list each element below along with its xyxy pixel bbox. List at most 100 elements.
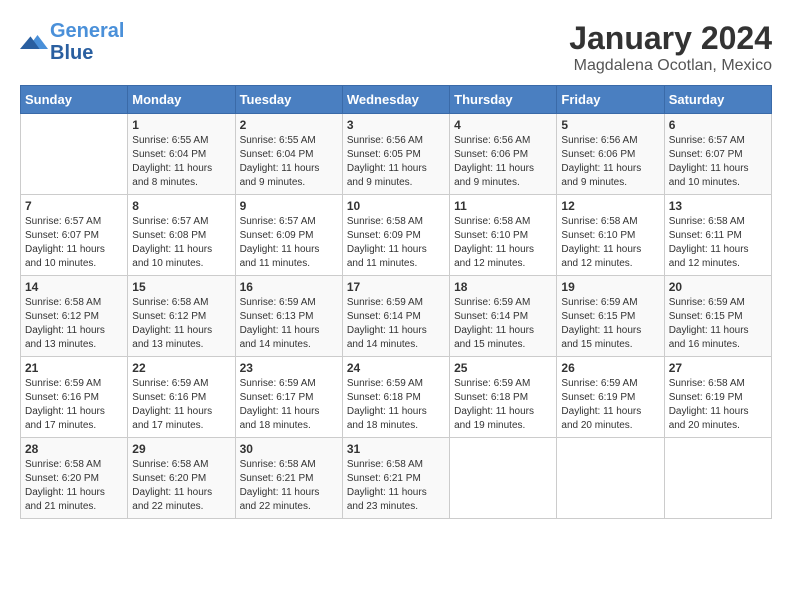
day-info: Sunrise: 6:57 AMSunset: 6:08 PMDaylight:… [132,215,230,271]
day-info: Sunrise: 6:59 AMSunset: 6:15 PMDaylight:… [561,296,659,352]
day-number: 30 [240,442,338,456]
week-row-3: 21 Sunrise: 6:59 AMSunset: 6:16 PMDayligh… [21,357,772,438]
cell-w3-d2: 23 Sunrise: 6:59 AMSunset: 6:17 PMDayligh… [235,357,342,438]
day-number: 1 [132,118,230,132]
day-info: Sunrise: 6:59 AMSunset: 6:16 PMDaylight:… [132,377,230,433]
day-number: 12 [561,199,659,213]
cell-w1-d6: 13Sunrise: 6:58 AMSunset: 6:11 PMDayligh… [664,195,771,276]
day-number: 19 [561,280,659,294]
day-info: Sunrise: 6:59 AMSunset: 6:18 PMDaylight:… [347,377,445,433]
header-sunday: Sunday [21,86,128,114]
calendar-body: 1 Sunrise: 6:55 AMSunset: 6:04 PMDaylight… [21,114,772,519]
day-info: Sunrise: 6:57 AMSunset: 6:09 PMDaylight:… [240,215,338,271]
cell-w2-d3: 17 Sunrise: 6:59 AMSunset: 6:14 PMDayligh… [342,276,449,357]
cell-w3-d1: 22Sunrise: 6:59 AMSunset: 6:16 PMDayligh… [128,357,235,438]
day-info: Sunrise: 6:55 AMSunset: 6:04 PMDaylight:… [132,134,230,190]
day-number: 24 [347,361,445,375]
week-row-0: 1 Sunrise: 6:55 AMSunset: 6:04 PMDaylight… [21,114,772,195]
cell-w4-d2: 30 Sunrise: 6:58 AMSunset: 6:21 PMDayligh… [235,438,342,519]
day-info: Sunrise: 6:58 AMSunset: 6:21 PMDaylight:… [240,458,338,514]
week-row-1: 7Sunrise: 6:57 AMSunset: 6:07 PMDaylight… [21,195,772,276]
day-number: 23 [240,361,338,375]
day-number: 31 [347,442,445,456]
cell-w0-d4: 4Sunrise: 6:56 AMSunset: 6:06 PMDaylight… [450,114,557,195]
day-number: 10 [347,199,445,213]
day-number: 5 [561,118,659,132]
cell-w1-d5: 12 Sunrise: 6:58 AMSunset: 6:10 PMDayligh… [557,195,664,276]
cell-w1-d4: 11 Sunrise: 6:58 AMSunset: 6:10 PMDayligh… [450,195,557,276]
day-number: 28 [25,442,123,456]
cell-w4-d1: 29Sunrise: 6:58 AMSunset: 6:20 PMDayligh… [128,438,235,519]
weekday-header-row: Sunday Monday Tuesday Wednesday Thursday… [21,86,772,114]
day-number: 3 [347,118,445,132]
day-number: 6 [669,118,767,132]
cell-w2-d4: 18Sunrise: 6:59 AMSunset: 6:14 PMDayligh… [450,276,557,357]
cell-w3-d3: 24 Sunrise: 6:59 AMSunset: 6:18 PMDayligh… [342,357,449,438]
logo: General Blue [20,20,124,64]
cell-w1-d2: 9 Sunrise: 6:57 AMSunset: 6:09 PMDaylight… [235,195,342,276]
week-row-4: 28 Sunrise: 6:58 AMSunset: 6:20 PMDayligh… [21,438,772,519]
day-info: Sunrise: 6:59 AMSunset: 6:19 PMDaylight:… [561,377,659,433]
day-number: 7 [25,199,123,213]
day-info: Sunrise: 6:58 AMSunset: 6:20 PMDaylight:… [25,458,123,514]
day-number: 25 [454,361,552,375]
cell-w2-d0: 14Sunrise: 6:58 AMSunset: 6:12 PMDayligh… [21,276,128,357]
header-friday: Friday [557,86,664,114]
cell-w4-d0: 28 Sunrise: 6:58 AMSunset: 6:20 PMDayligh… [21,438,128,519]
calendar-header: Sunday Monday Tuesday Wednesday Thursday… [21,86,772,114]
cell-w0-d5: 5 Sunrise: 6:56 AMSunset: 6:06 PMDaylight… [557,114,664,195]
day-number: 8 [132,199,230,213]
day-info: Sunrise: 6:58 AMSunset: 6:09 PMDaylight:… [347,215,445,271]
day-info: Sunrise: 6:55 AMSunset: 6:04 PMDaylight:… [240,134,338,190]
day-number: 27 [669,361,767,375]
cell-w0-d1: 1 Sunrise: 6:55 AMSunset: 6:04 PMDaylight… [128,114,235,195]
day-number: 15 [132,280,230,294]
header-tuesday: Tuesday [235,86,342,114]
cell-w2-d5: 19 Sunrise: 6:59 AMSunset: 6:15 PMDayligh… [557,276,664,357]
day-info: Sunrise: 6:58 AMSunset: 6:20 PMDaylight:… [132,458,230,514]
day-info: Sunrise: 6:59 AMSunset: 6:17 PMDaylight:… [240,377,338,433]
day-info: Sunrise: 6:58 AMSunset: 6:10 PMDaylight:… [561,215,659,271]
day-info: Sunrise: 6:59 AMSunset: 6:15 PMDaylight:… [669,296,767,352]
cell-w3-d6: 27 Sunrise: 6:58 AMSunset: 6:19 PMDayligh… [664,357,771,438]
day-number: 17 [347,280,445,294]
day-number: 4 [454,118,552,132]
cell-w4-d4 [450,438,557,519]
day-info: Sunrise: 6:58 AMSunset: 6:12 PMDaylight:… [132,296,230,352]
day-info: Sunrise: 6:59 AMSunset: 6:18 PMDaylight:… [454,377,552,433]
header-monday: Monday [128,86,235,114]
calendar-subtitle: Magdalena Ocotlan, Mexico [569,57,772,75]
cell-w1-d0: 7Sunrise: 6:57 AMSunset: 6:07 PMDaylight… [21,195,128,276]
day-number: 2 [240,118,338,132]
cell-w4-d3: 31 Sunrise: 6:58 AMSunset: 6:21 PMDayligh… [342,438,449,519]
cell-w2-d1: 15 Sunrise: 6:58 AMSunset: 6:12 PMDayligh… [128,276,235,357]
cell-w3-d4: 25 Sunrise: 6:59 AMSunset: 6:18 PMDayligh… [450,357,557,438]
day-info: Sunrise: 6:58 AMSunset: 6:19 PMDaylight:… [669,377,767,433]
cell-w2-d6: 20 Sunrise: 6:59 AMSunset: 6:15 PMDayligh… [664,276,771,357]
day-number: 20 [669,280,767,294]
day-number: 13 [669,199,767,213]
cell-w0-d6: 6 Sunrise: 6:57 AMSunset: 6:07 PMDaylight… [664,114,771,195]
day-number: 9 [240,199,338,213]
day-info: Sunrise: 6:56 AMSunset: 6:06 PMDaylight:… [561,134,659,190]
day-number: 11 [454,199,552,213]
day-info: Sunrise: 6:59 AMSunset: 6:14 PMDaylight:… [454,296,552,352]
header-wednesday: Wednesday [342,86,449,114]
day-info: Sunrise: 6:59 AMSunset: 6:16 PMDaylight:… [25,377,123,433]
day-number: 21 [25,361,123,375]
cell-w4-d6 [664,438,771,519]
header-saturday: Saturday [664,86,771,114]
page-header: General Blue January 2024 Magdalena Ocot… [20,20,772,75]
cell-w0-d2: 2 Sunrise: 6:55 AMSunset: 6:04 PMDaylight… [235,114,342,195]
calendar-title: January 2024 [569,20,772,57]
day-info: Sunrise: 6:58 AMSunset: 6:21 PMDaylight:… [347,458,445,514]
calendar-table: Sunday Monday Tuesday Wednesday Thursday… [20,85,772,519]
day-info: Sunrise: 6:58 AMSunset: 6:12 PMDaylight:… [25,296,123,352]
cell-w0-d0 [21,114,128,195]
day-info: Sunrise: 6:59 AMSunset: 6:14 PMDaylight:… [347,296,445,352]
cell-w1-d1: 8 Sunrise: 6:57 AMSunset: 6:08 PMDaylight… [128,195,235,276]
cell-w3-d5: 26Sunrise: 6:59 AMSunset: 6:19 PMDayligh… [557,357,664,438]
cell-w1-d3: 10 Sunrise: 6:58 AMSunset: 6:09 PMDayligh… [342,195,449,276]
day-info: Sunrise: 6:57 AMSunset: 6:07 PMDaylight:… [669,134,767,190]
day-info: Sunrise: 6:58 AMSunset: 6:10 PMDaylight:… [454,215,552,271]
